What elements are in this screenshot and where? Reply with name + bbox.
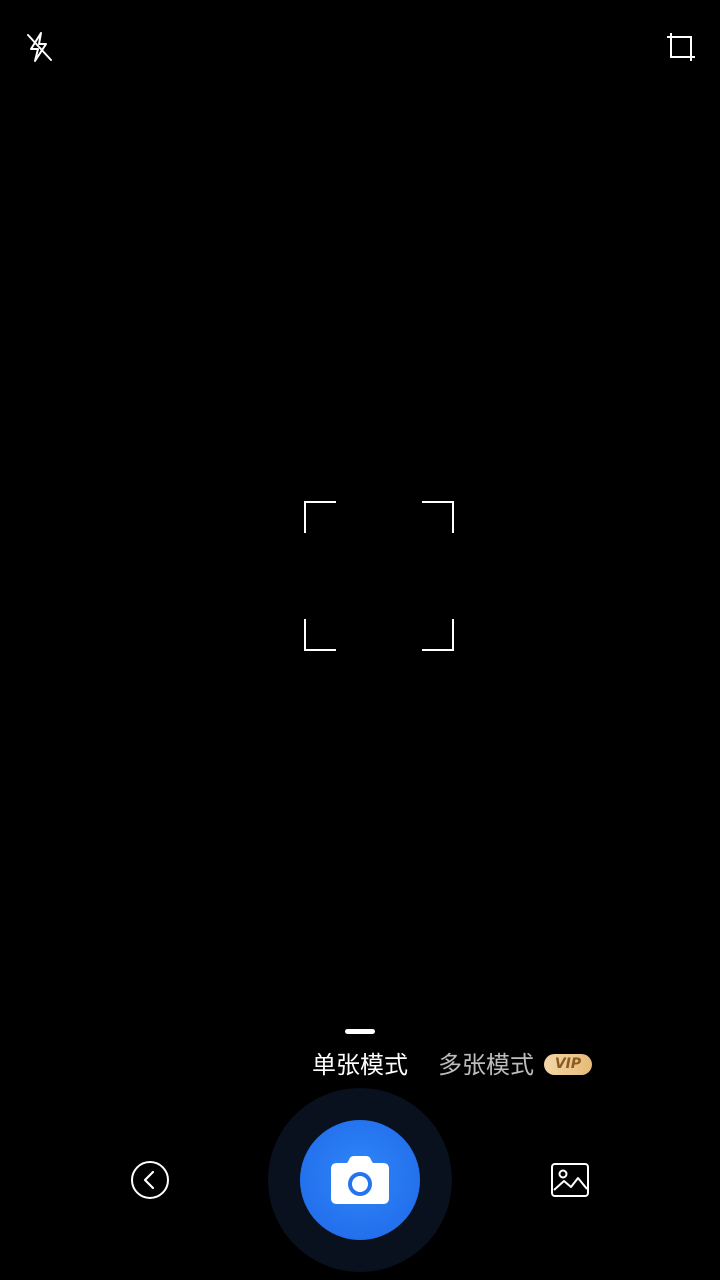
focus-corner-top-left: [304, 501, 336, 533]
mode-tab-single[interactable]: 单张模式: [312, 1048, 408, 1082]
focus-frame-icon: [304, 501, 454, 651]
back-button[interactable]: [130, 1160, 170, 1200]
focus-corner-top-right: [422, 501, 454, 533]
vip-badge: VIP: [544, 1054, 592, 1075]
flash-toggle-button[interactable]: [22, 30, 56, 64]
shutter-button[interactable]: [300, 1120, 420, 1240]
active-mode-indicator: [345, 1029, 375, 1034]
focus-corner-bottom-left: [304, 619, 336, 651]
gallery-icon: [551, 1163, 589, 1197]
gallery-button[interactable]: [550, 1162, 590, 1198]
camera-screen: 单张模式 多张模式 VIP: [0, 0, 720, 1280]
camera-icon: [331, 1156, 389, 1204]
back-arrow-icon: [131, 1161, 169, 1199]
mode-tab-multi[interactable]: 多张模式: [438, 1048, 534, 1082]
flash-off-icon: [27, 32, 52, 62]
crop-icon: [667, 33, 695, 61]
crop-button[interactable]: [664, 30, 698, 64]
focus-corner-bottom-right: [422, 619, 454, 651]
